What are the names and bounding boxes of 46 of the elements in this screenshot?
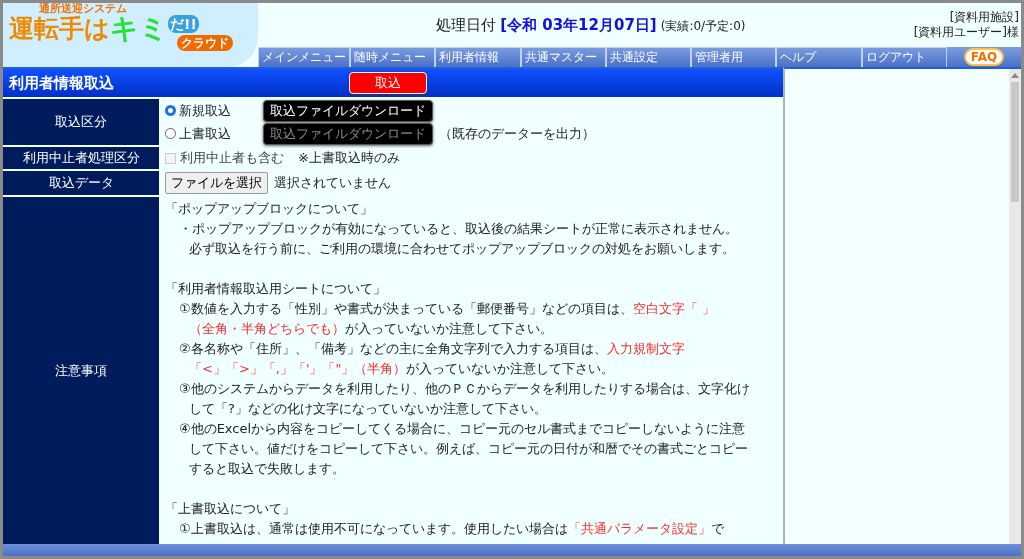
page-title: 利用者情報取込 (9, 73, 115, 93)
note-line: 「<」「>」「,」「'」「"」（半角）が入っていないか注意して下さい。 (188, 360, 616, 378)
note-line: して「?」などの化け文字になっていないか注意して下さい。 (188, 400, 548, 418)
nav-menu-item[interactable]: 管理者用 (691, 47, 777, 67)
note-line: 必ず取込を行う前に、ご利用の環境に合わせてポップアップブロックの対処をお願いします。 (188, 240, 736, 258)
facility-name: [資料用施設] (949, 10, 1019, 25)
note-line: ①上書取込は、通常は使用不可になっています。使用したい場合は「共通パラメータ設定」で (178, 520, 725, 538)
nav-menu-item[interactable]: 利用者情報 (435, 47, 521, 67)
field-label: 取込区分 (3, 99, 159, 145)
note-line: ②各名称や「住所」、「備考」などの主に全角文字列で入力する項目は、入力規制文字 (178, 340, 686, 358)
import-button[interactable]: 取込 (349, 72, 427, 94)
note-line: （全角・半角どちらでも）が入っていないか注意して下さい。 (188, 320, 554, 338)
section-heading: 「利用者情報取込用シートについて」 (165, 280, 387, 298)
date-value: [令和 03年12月07日] (500, 15, 657, 35)
field-label: 取込データ (3, 171, 159, 195)
note-line: すると取込で失敗します。 (188, 460, 346, 478)
note-line: ①数値を入力する「性別」や書式が決まっている「郵便番号」などの項目は、空白文字「 」 (178, 300, 716, 318)
section-heading: 「上書取込について」 (165, 500, 296, 518)
note-line: ④他のExcelから内容をコピーしてくる場合に、コピー元のセル書式までコピーしないように注意 (178, 420, 747, 438)
field-label: 利用中止者処理区分 (3, 147, 159, 169)
logo-tagline: 通所送迎システム (39, 3, 127, 15)
field-label: 注意事項 (3, 197, 159, 544)
choose-file-button[interactable]: ファイルを選択 (165, 172, 268, 194)
export-note: （既存のデーターを出力） (439, 124, 595, 143)
logo-exclaim: だ!! (168, 15, 199, 33)
nav-menu-item[interactable]: 共通設定 (605, 47, 692, 67)
overwrite-only-note: ※上書取込時のみ (298, 149, 400, 167)
nav-menu-item[interactable]: 随時メニュー (350, 47, 436, 67)
logo-accent-text: キミ (110, 15, 168, 43)
logo-text: 運転手は (9, 15, 110, 43)
section-heading: 「ポップアップブロックについて」 (165, 200, 374, 218)
nav-menu-item[interactable]: 共通マスター (520, 47, 606, 67)
note-line: して下さい。値だけをコピーして下さい。例えば、コピー元の日付が和暦でその書式ごとコピー (188, 440, 749, 458)
faq-link[interactable]: FAQ (963, 48, 1005, 66)
download-button[interactable]: 取込ファイルダウンロード (263, 99, 433, 122)
note-line: ・ポップアップブロックが有効になっていると、取込後の結果シートが正常に表示されません。 (178, 220, 739, 238)
counts-text: (実績:0/予定:0) (660, 17, 746, 35)
radio-option[interactable]: 上書取込 (165, 124, 257, 143)
scrollbar[interactable] (1009, 69, 1021, 544)
radio-option[interactable]: 新規取込 (165, 101, 257, 120)
date-label: 処理日付 (436, 15, 497, 35)
file-status: 選択されていません (274, 174, 391, 192)
note-line: ③他のシステムからデータを利用したり、他のＰＣからデータを利用したりする場合は、文字化け (178, 380, 751, 398)
logo-cloud-text: クラウド (177, 35, 233, 51)
user-name: [資料用ユーザー]様 (913, 25, 1019, 40)
nav-menu-item[interactable]: メインメニュー (258, 47, 350, 67)
